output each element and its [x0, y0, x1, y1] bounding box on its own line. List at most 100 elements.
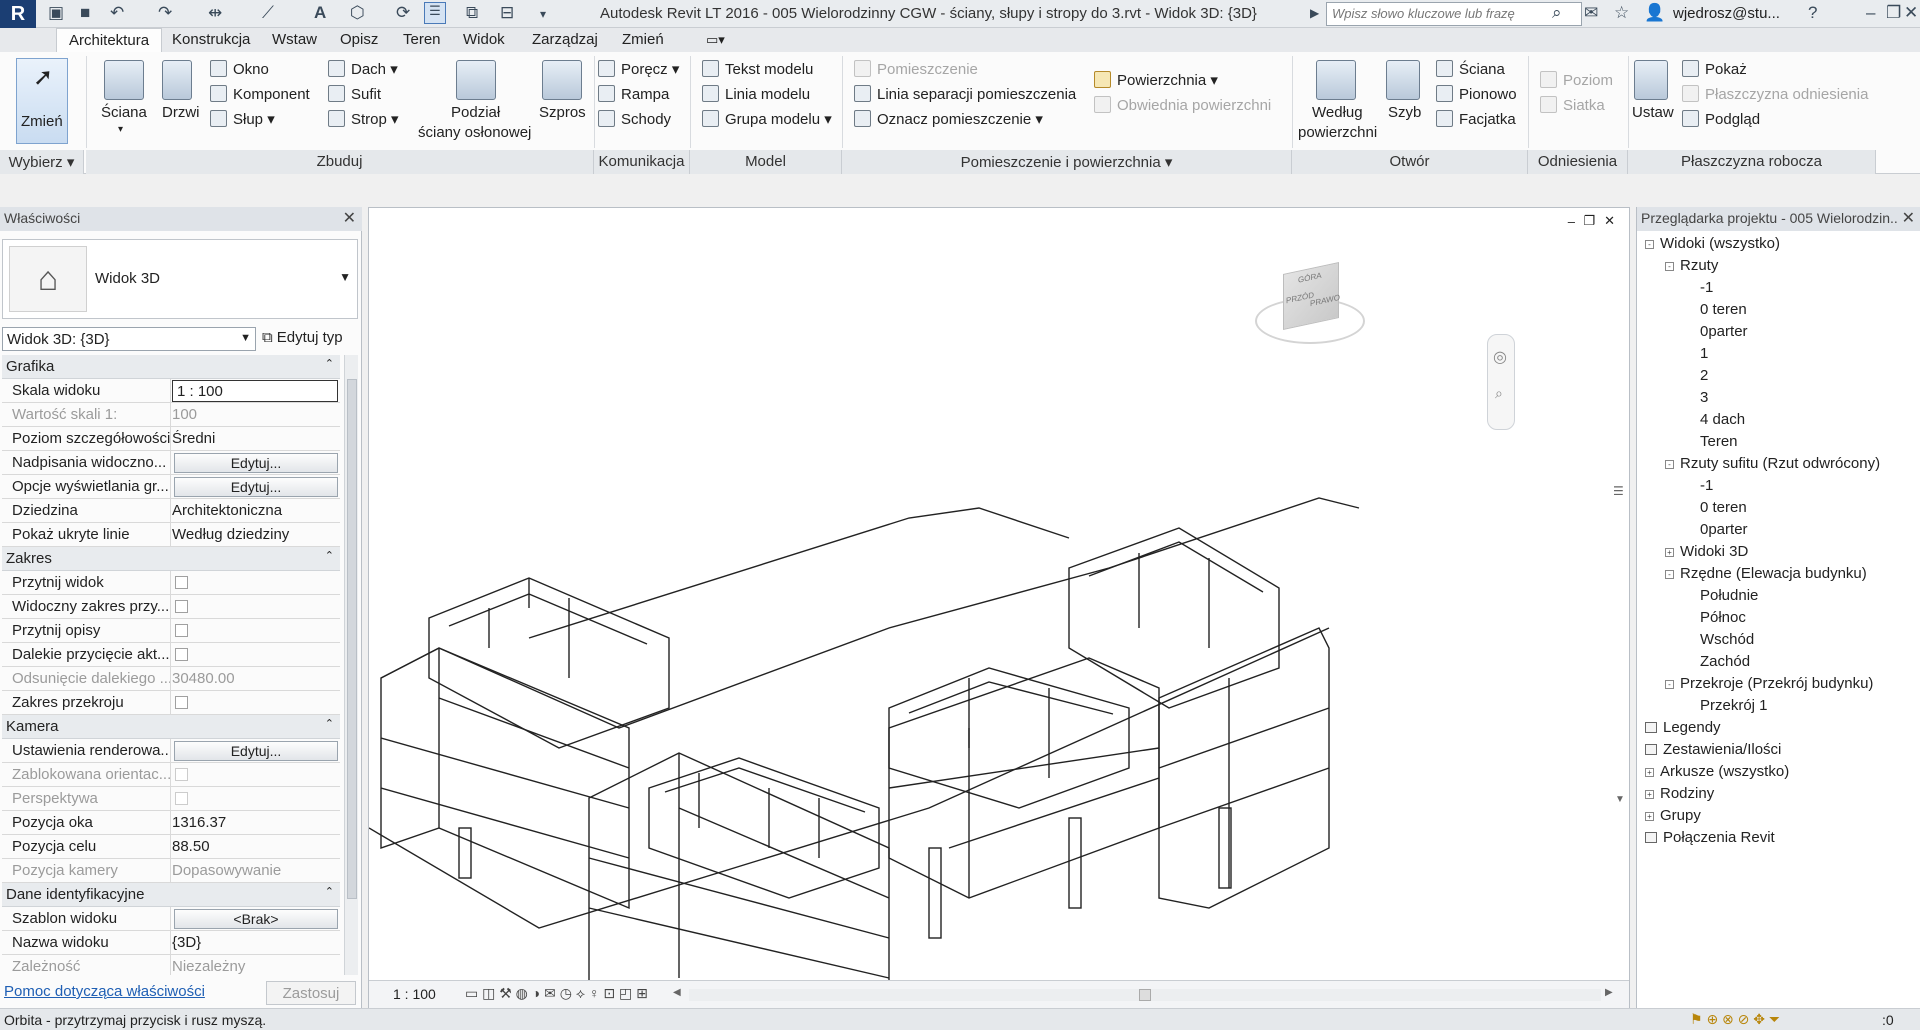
tree-item[interactable]: 0parter — [1700, 323, 1748, 340]
tree-item[interactable]: - Widoki (wszystko) — [1645, 235, 1780, 252]
tree-item[interactable]: Zachód — [1700, 653, 1750, 670]
shaft-button[interactable]: Szyb — [1388, 104, 1421, 121]
expand-icon[interactable]: + — [1645, 768, 1654, 777]
set-workplane-button[interactable]: Ustaw — [1632, 104, 1674, 121]
edit-rendering-button[interactable]: Edytuj... — [174, 741, 338, 761]
user-account[interactable]: wjedrosz@stu... — [1673, 5, 1780, 22]
expand-icon[interactable]: + — [1665, 548, 1674, 557]
crop-visible-checkbox[interactable] — [175, 600, 188, 613]
component-button[interactable]: Komponent — [210, 85, 310, 103]
door-icon[interactable] — [162, 60, 192, 100]
prop-row[interactable]: Pozycja celu 88.50 — [2, 835, 340, 859]
window-button[interactable]: Okno — [210, 60, 269, 78]
annotation-crop-checkbox[interactable] — [175, 624, 188, 637]
tree-item[interactable]: - Rzuty — [1665, 257, 1718, 274]
curtain-grid-button-line2[interactable]: ściany osłonowej — [418, 124, 531, 141]
tree-item[interactable]: Północ — [1700, 609, 1746, 626]
group-extents[interactable]: Zakres ⌃ — [2, 547, 340, 571]
type-selector[interactable]: ⌂ Widok 3D ▼ — [2, 239, 358, 319]
search-input[interactable]: Wpisz słowo kluczowe lub frazę — [1326, 2, 1582, 26]
tab-zarzadzaj[interactable]: Zarządzaj — [532, 31, 598, 48]
tree-item[interactable]: 0 teren — [1700, 301, 1747, 318]
collapse-icon[interactable]: - — [1665, 570, 1674, 579]
tree-item[interactable]: + Rodziny — [1645, 785, 1714, 802]
close-icon[interactable]: ✕ — [343, 208, 356, 228]
viewcube-right-label[interactable]: PRAWO — [1310, 293, 1340, 308]
user-icon[interactable]: 👤 — [1644, 3, 1665, 23]
tree-item[interactable]: Zestawienia/Ilości — [1645, 741, 1781, 758]
sync-icon[interactable]: ⟳ — [396, 3, 410, 23]
horizontal-scrollbar[interactable] — [689, 989, 1601, 1001]
restore-icon[interactable]: ❐ — [1886, 3, 1901, 23]
prop-value[interactable]: 88.50 — [172, 838, 338, 855]
save-icon[interactable]: ■ — [80, 3, 90, 23]
viewer-button[interactable]: Podgląd — [1682, 110, 1760, 128]
model-text-button[interactable]: Tekst modelu — [702, 60, 813, 78]
prop-row[interactable]: Pozycja oka 1316.37 — [2, 811, 340, 835]
view-template-button[interactable]: <Brak> — [174, 909, 338, 929]
stair-button[interactable]: Schody — [598, 110, 671, 128]
viewcube-top-label[interactable]: GÓRA — [1298, 271, 1322, 285]
collapse-icon[interactable]: - — [1645, 240, 1654, 249]
scroll-left-arrow-icon[interactable]: ◀ — [673, 987, 681, 998]
prop-value[interactable]: Architektoniczna — [172, 502, 338, 519]
railing-button[interactable]: Poręcz ▾ — [598, 60, 679, 78]
panel-select[interactable]: Wybierz ▾ — [0, 150, 84, 174]
prop-row[interactable]: Dziedzina Architektoniczna — [2, 499, 340, 523]
chevron-down-icon[interactable]: ▼ — [339, 270, 351, 284]
by-face-button-line2[interactable]: powierzchni — [1298, 124, 1377, 141]
thin-lines-icon[interactable]: ☰ — [424, 2, 446, 24]
tree-item[interactable]: -1 — [1700, 477, 1713, 494]
edit-graphic-display-button[interactable]: Edytuj... — [174, 477, 338, 497]
open-icon[interactable]: ▣ — [48, 3, 64, 23]
room-button[interactable]: Pomieszczenie — [854, 60, 978, 78]
ribbon-minimize-icon[interactable]: ▭▾ — [706, 32, 725, 48]
text-icon[interactable]: A — [314, 3, 326, 23]
scroll-right-arrow-icon[interactable]: ▶ — [1605, 987, 1613, 998]
default-3d-view-icon[interactable]: ⬡ — [350, 3, 365, 23]
section-box-checkbox[interactable] — [175, 696, 188, 709]
tree-item[interactable]: - Rzędne (Elewacja budynku) — [1665, 565, 1867, 582]
tab-widok[interactable]: Widok — [463, 31, 505, 48]
mullion-button[interactable]: Szpros — [539, 104, 586, 121]
ceiling-button[interactable]: Sufit — [328, 85, 381, 103]
room-separator-button[interactable]: Linia separacji pomieszczenia — [854, 85, 1076, 103]
tree-item[interactable]: Południe — [1700, 587, 1758, 604]
align-dimension-icon[interactable]: ⟋ — [262, 3, 274, 23]
tree-item[interactable]: 3 — [1700, 389, 1708, 406]
tree-item[interactable]: 2 — [1700, 367, 1708, 384]
viewcube-box[interactable]: PRZÓD PRAWO GÓRA — [1283, 262, 1340, 330]
by-face-icon[interactable] — [1316, 60, 1356, 100]
view-scroll-handle[interactable]: ☰ — [1613, 484, 1624, 498]
instance-selector[interactable]: Widok 3D: {3D} ▼ — [2, 327, 256, 351]
quick-access-menu-icon[interactable]: ▾ — [540, 7, 546, 21]
curtain-grid-icon[interactable] — [456, 60, 496, 100]
tree-item[interactable]: -1 — [1700, 279, 1713, 296]
ramp-button[interactable]: Rampa — [598, 85, 669, 103]
switch-windows-icon[interactable]: ⊟ — [500, 3, 514, 23]
level-button[interactable]: Poziom — [1540, 71, 1613, 89]
collapse-icon[interactable]: - — [1665, 680, 1674, 689]
crop-view-checkbox[interactable] — [175, 576, 188, 589]
mullion-icon[interactable] — [542, 60, 582, 100]
model-line-button[interactable]: Linia modelu — [702, 85, 810, 103]
area-boundary-button[interactable]: Obwiednia powierzchni — [1094, 96, 1271, 114]
tree-item[interactable]: Połączenia Revit — [1645, 829, 1775, 846]
zoom-icon[interactable]: ⌕ — [1495, 385, 1503, 402]
tab-konstrukcja[interactable]: Konstrukcja — [172, 31, 250, 48]
prop-value[interactable]: Średni — [172, 430, 338, 447]
revit-logo-icon[interactable]: R — [0, 0, 36, 30]
model-group-button[interactable]: Grupa modelu ▾ — [702, 110, 832, 128]
properties-help-link[interactable]: Pomoc dotycząca właściwości — [4, 983, 205, 1000]
scale-input[interactable]: 1 : 100 — [172, 380, 338, 402]
vertical-opening-button[interactable]: Pionowo — [1436, 85, 1517, 103]
show-workplane-button[interactable]: Pokaż — [1682, 60, 1747, 78]
close-icon[interactable]: ✕ — [1897, 208, 1915, 228]
scroll-thumb[interactable] — [1139, 989, 1151, 1001]
tree-item[interactable]: 0 teren — [1700, 499, 1747, 516]
by-face-button[interactable]: Według — [1312, 104, 1363, 121]
communication-center-icon[interactable]: ✉ — [1584, 3, 1598, 23]
redo-icon[interactable]: ↷ — [158, 3, 172, 23]
drawing-area[interactable]: – ❐ ✕ PRZÓD PRAWO GÓRA ◎ ⌕ ☰ ▼ 1: 100 ▭… — [368, 207, 1630, 1008]
tree-item[interactable]: - Rzuty sufitu (Rzut odwrócony) — [1665, 455, 1880, 472]
